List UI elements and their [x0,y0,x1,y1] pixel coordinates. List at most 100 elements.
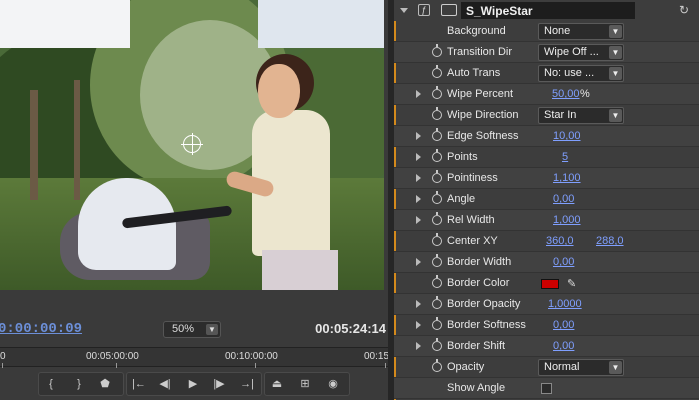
mark-in-icon[interactable]: { [40,374,62,394]
param-row-background[interactable]: Background None ▼ [394,21,699,42]
param-select[interactable]: No: use ... ▼ [538,65,624,82]
expand-triangle-icon[interactable] [416,195,421,203]
param-value-y[interactable]: 288,0 [596,235,624,247]
reset-icon[interactable]: ↻ [679,3,689,17]
param-value[interactable]: 10,00 [553,130,581,142]
expand-triangle-icon[interactable] [416,174,421,182]
stopwatch-icon[interactable] [432,128,442,141]
param-row-wipe-percent[interactable]: Wipe Percent 50,00% [394,84,699,105]
stopwatch-icon[interactable] [432,359,442,372]
param-row-auto-trans[interactable]: Auto Trans No: use ... ▼ [394,63,699,84]
stopwatch-icon[interactable] [432,65,442,78]
param-row-wipe-direction[interactable]: Wipe Direction Star In ▼ [394,105,699,126]
stopwatch-icon[interactable] [432,107,442,120]
expand-triangle-icon[interactable] [416,132,421,140]
step-back-icon[interactable]: ◀| [154,374,176,394]
effect-controls-panel: ƒ S_WipeStar ↻ Background None ▼ Transition… [394,0,699,400]
param-value[interactable]: 0,00 [553,319,574,331]
param-value[interactable]: 5 [562,151,568,163]
expand-triangle-icon[interactable] [416,300,421,308]
param-value[interactable]: 0,00 [553,256,574,268]
effect-name: S_WipeStar [466,4,533,18]
expand-triangle-icon[interactable] [416,216,421,224]
effect-header[interactable]: ƒ S_WipeStar ↻ [394,0,699,21]
show-angle-checkbox[interactable] [541,383,552,394]
stopwatch-icon[interactable] [432,275,442,288]
stopwatch-icon[interactable] [432,296,442,309]
time-ruler[interactable]: 0 00:05:00:00 00:10:00:00 00:15 [0,347,389,368]
param-value[interactable]: 1,100 [553,172,581,184]
monitor-controls: 0:00:00:09 50% ▼ 00:05:24:14 0 00:05:00:… [0,290,389,400]
param-label: Border Color [447,277,510,289]
param-select-value: No: use ... [544,67,595,79]
current-timecode[interactable]: 0:00:00:09 [0,321,82,337]
param-row-angle[interactable]: Angle 0,00 [394,189,699,210]
stopwatch-icon[interactable] [432,149,442,162]
param-row-border-shift[interactable]: Border Shift 0,00 [394,336,699,357]
param-value[interactable]: 0,00 [553,340,574,352]
color-swatch[interactable] [541,279,559,289]
stopwatch-icon[interactable] [432,191,442,204]
param-row-edge-softness[interactable]: Edge Softness 10,00 [394,126,699,147]
param-select[interactable]: None ▼ [538,23,624,40]
param-value-x[interactable]: 360,0 [546,235,574,247]
fx-toggle-icon[interactable]: ƒ [418,4,430,16]
extract-icon[interactable]: ⊞ [294,374,316,394]
expand-triangle-icon[interactable] [416,258,421,266]
stopwatch-icon[interactable] [432,170,442,183]
center-crosshair-icon[interactable] [181,133,203,155]
export-frame-icon[interactable]: ◉ [322,374,344,394]
param-row-rel-width[interactable]: Rel Width 1,000 [394,210,699,231]
param-label: Border Shift [447,340,506,352]
stopwatch-icon[interactable] [432,212,442,225]
param-label: Edge Softness [447,130,519,142]
program-monitor: 0:00:00:09 50% ▼ 00:05:24:14 0 00:05:00:… [0,0,389,400]
stopwatch-icon[interactable] [432,254,442,267]
param-row-border-opacity[interactable]: Border Opacity 1,0000 [394,294,699,315]
param-row-pointiness[interactable]: Pointiness 1,100 [394,168,699,189]
param-value[interactable]: 1,0000 [548,298,582,310]
param-label: Center XY [447,235,498,247]
mark-out-icon[interactable]: } [68,374,90,394]
eyedropper-icon[interactable]: ✎ [567,277,576,290]
stopwatch-icon[interactable] [432,338,442,351]
param-row-points[interactable]: Points 5 [394,147,699,168]
param-value[interactable]: 50,00 [552,88,580,100]
expand-triangle-icon[interactable] [416,342,421,350]
param-value[interactable]: 0,00 [553,193,574,205]
param-row-border-width[interactable]: Border Width 0,00 [394,252,699,273]
param-select-value: Star In [544,109,577,121]
play-icon[interactable]: ▶ [182,374,204,394]
stopwatch-icon[interactable] [432,233,442,246]
marker-icon[interactable]: ⬟ [94,374,116,394]
param-select[interactable]: Wipe Off ... ▼ [538,44,624,61]
zoom-select[interactable]: 50% ▼ [163,321,221,338]
chevron-down-icon: ▼ [609,25,622,38]
param-row-transition-dir[interactable]: Transition Dir Wipe Off ... ▼ [394,42,699,63]
param-row-border-color[interactable]: Border Color ✎ [394,273,699,294]
param-label: Opacity [447,361,485,373]
lift-icon[interactable]: ⏏ [266,374,288,394]
video-preview[interactable] [0,0,384,290]
param-select[interactable]: Normal ▼ [538,359,624,376]
param-row-center-xy[interactable]: Center XY 360,0 288,0 [394,231,699,252]
param-row-opacity[interactable]: Opacity Normal ▼ [394,357,699,378]
param-value[interactable]: 1,000 [553,214,581,226]
param-select[interactable]: Star In ▼ [538,107,624,124]
param-label: Border Softness [447,319,526,331]
chevron-down-icon: ▼ [206,324,218,335]
param-label: Points [447,151,478,163]
step-forward-icon[interactable]: |▶ [208,374,230,394]
stopwatch-icon[interactable] [432,317,442,330]
collapse-triangle-icon[interactable] [400,8,408,13]
param-label: Wipe Direction [447,109,519,121]
param-row-show-angle[interactable]: Show Angle [394,378,699,399]
go-to-in-icon[interactable]: |← [128,374,150,394]
stopwatch-icon[interactable] [432,86,442,99]
stopwatch-icon[interactable] [432,44,442,57]
expand-triangle-icon[interactable] [416,153,421,161]
go-to-out-icon[interactable]: →| [236,374,258,394]
expand-triangle-icon[interactable] [416,90,421,98]
expand-triangle-icon[interactable] [416,321,421,329]
param-row-border-softness[interactable]: Border Softness 0,00 [394,315,699,336]
